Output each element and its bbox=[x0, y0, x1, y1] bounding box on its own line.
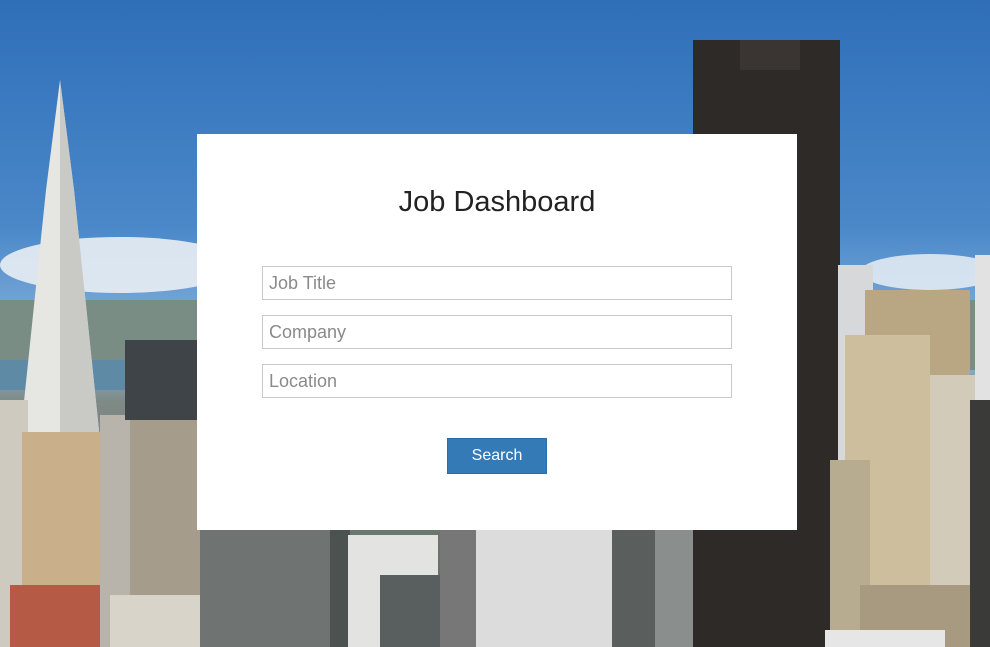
search-card: Job Dashboard Search bbox=[197, 134, 797, 530]
page-title: Job Dashboard bbox=[398, 186, 596, 218]
location-input[interactable] bbox=[262, 364, 732, 398]
search-button[interactable]: Search bbox=[447, 438, 547, 474]
job-title-input[interactable] bbox=[262, 266, 732, 300]
company-input[interactable] bbox=[262, 315, 732, 349]
